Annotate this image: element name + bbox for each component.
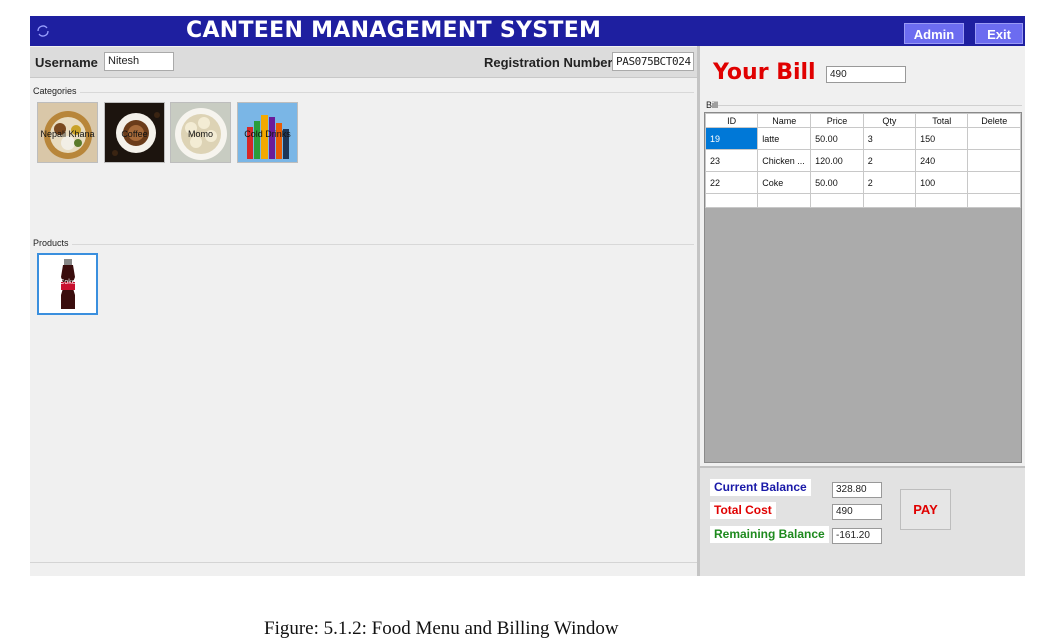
cell-name[interactable]: Chicken ... bbox=[757, 149, 812, 172]
user-info-bar: Username Nitesh Registration Number PAS0… bbox=[30, 47, 697, 78]
products-divider bbox=[72, 244, 694, 245]
username-label: Username bbox=[35, 55, 98, 70]
registration-number-field[interactable]: PAS075BCT024 bbox=[612, 52, 694, 71]
table-row[interactable]: 22 Coke 50.00 2 100 bbox=[705, 171, 1021, 194]
cell-total[interactable]: 240 bbox=[915, 149, 969, 172]
payment-panel: Current Balance 328.80 Total Cost 490 Re… bbox=[700, 466, 1025, 576]
cell-total[interactable]: 150 bbox=[915, 127, 969, 150]
cell-delete[interactable] bbox=[967, 127, 1021, 150]
remaining-balance-field: -161.20 bbox=[832, 528, 882, 544]
app-title: CANTEEN MANAGEMENT SYSTEM bbox=[186, 18, 602, 43]
bill-grid[interactable]: ID Name Price Qty Total Delete 19 latte … bbox=[704, 112, 1022, 463]
cell-qty[interactable]: 3 bbox=[862, 127, 917, 150]
category-nepali-khana[interactable]: Nepali Khana bbox=[37, 102, 98, 163]
current-balance-label: Current Balance bbox=[710, 479, 811, 496]
category-label: Cold Drinks bbox=[244, 129, 291, 139]
categories-divider bbox=[80, 92, 694, 93]
registration-number-label: Registration Number bbox=[484, 55, 613, 70]
category-cold-drinks[interactable]: Cold Drinks bbox=[237, 102, 298, 163]
cell-qty[interactable]: 2 bbox=[862, 171, 917, 194]
column-header-total[interactable]: Total bbox=[915, 113, 969, 128]
app-logo-icon bbox=[34, 22, 52, 40]
column-header-price[interactable]: Price bbox=[810, 113, 864, 128]
category-label: Nepali Khana bbox=[40, 129, 95, 139]
category-label: Coffee bbox=[121, 129, 148, 139]
total-cost-field: 490 bbox=[832, 504, 882, 520]
cell-price[interactable]: 120.00 bbox=[810, 149, 864, 172]
category-coffee[interactable]: Coffee bbox=[104, 102, 165, 163]
cell-id[interactable]: 22 bbox=[705, 171, 759, 194]
figure-caption: Figure: 5.1.2: Food Menu and Billing Win… bbox=[264, 618, 619, 639]
category-label: Momo bbox=[187, 129, 213, 139]
cell-price[interactable]: 50.00 bbox=[810, 127, 864, 150]
table-row[interactable]: 19 latte 50.00 3 150 bbox=[705, 127, 1021, 150]
product-label: Coke bbox=[59, 279, 76, 286]
category-momo[interactable]: Momo bbox=[170, 102, 231, 163]
cell-name[interactable]: Coke bbox=[757, 171, 812, 194]
product-coke[interactable]: Coke bbox=[37, 253, 98, 315]
your-bill-title: Your Bill bbox=[713, 60, 816, 85]
column-header-delete[interactable]: Delete bbox=[967, 113, 1021, 128]
bill-grid-header: ID Name Price Qty Total Delete bbox=[705, 113, 1021, 128]
pay-button[interactable]: PAY bbox=[900, 489, 951, 530]
products-group-label: Products bbox=[33, 238, 69, 248]
cell-qty[interactable]: 2 bbox=[862, 149, 917, 172]
cell-delete[interactable] bbox=[967, 171, 1021, 194]
column-header-qty[interactable]: Qty bbox=[862, 113, 917, 128]
cell-name[interactable]: latte bbox=[757, 127, 812, 150]
bill-divider bbox=[718, 105, 1022, 106]
new-row[interactable] bbox=[705, 193, 1021, 208]
categories-group-label: Categories bbox=[33, 86, 77, 96]
username-field[interactable]: Nitesh bbox=[104, 52, 174, 71]
column-header-name[interactable]: Name bbox=[757, 113, 812, 128]
admin-button[interactable]: Admin bbox=[904, 23, 964, 44]
table-row[interactable]: 23 Chicken ... 120.00 2 240 bbox=[705, 149, 1021, 172]
cell-id[interactable]: 19 bbox=[705, 127, 759, 150]
left-panel-bottom-border bbox=[30, 562, 697, 563]
bill-total-field: 490 bbox=[826, 66, 906, 83]
app-window: CANTEEN MANAGEMENT SYSTEM Admin Exit Use… bbox=[30, 16, 1025, 576]
cell-delete[interactable] bbox=[967, 149, 1021, 172]
cell-id[interactable]: 23 bbox=[705, 149, 759, 172]
column-header-id[interactable]: ID bbox=[705, 113, 759, 128]
total-cost-label: Total Cost bbox=[710, 502, 776, 519]
bill-header: Your Bill 490 bbox=[700, 47, 1025, 95]
title-bar: CANTEEN MANAGEMENT SYSTEM Admin Exit bbox=[30, 16, 1025, 46]
cell-price[interactable]: 50.00 bbox=[810, 171, 864, 194]
current-balance-field: 328.80 bbox=[832, 482, 882, 498]
remaining-balance-label: Remaining Balance bbox=[710, 526, 829, 543]
exit-button[interactable]: Exit bbox=[975, 23, 1023, 44]
bill-group-label: Bill bbox=[706, 100, 719, 110]
cell-total[interactable]: 100 bbox=[915, 171, 969, 194]
